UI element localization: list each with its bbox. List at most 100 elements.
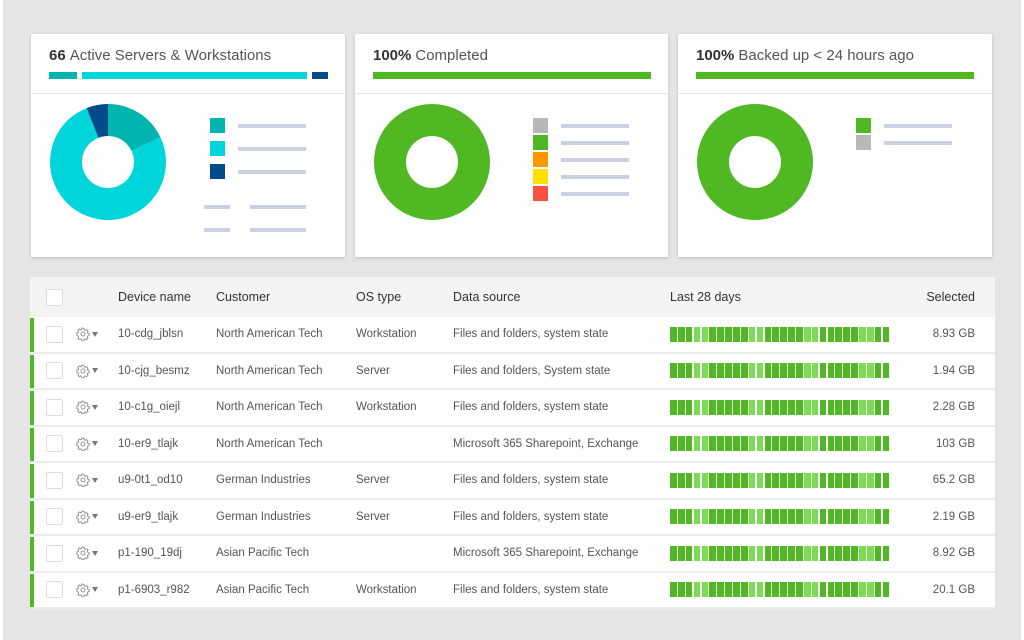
cell-device-name[interactable]: 10-er9_tlajk: [118, 438, 216, 450]
legend-item: [533, 185, 629, 202]
cell-customer: Asian Pacific Tech: [216, 583, 310, 596]
row-checkbox[interactable]: [46, 435, 63, 453]
day-status-partial: [859, 582, 866, 598]
day-status-partial: [701, 509, 709, 525]
day-status-success: [772, 399, 780, 415]
gear-icon[interactable]: [76, 583, 90, 597]
table-row[interactable]: p1-190_19dj Asian Pacific Tech Microsoft…: [30, 536, 995, 573]
row-checkbox[interactable]: [46, 471, 63, 489]
day-status-success: [780, 436, 787, 452]
table-row[interactable]: u9-er9_tlajk German Industries Server Fi…: [30, 500, 995, 536]
chevron-down-icon[interactable]: [92, 550, 98, 556]
day-status-success: [835, 545, 843, 561]
legend-item: [210, 140, 306, 157]
day-status-success: [685, 509, 693, 525]
row-checkbox[interactable]: [46, 508, 63, 526]
row-checkbox[interactable]: [46, 362, 63, 380]
legend-swatch: [210, 118, 225, 133]
cell-device-name[interactable]: u9-0t1_od10: [118, 474, 216, 486]
day-status-success: [796, 509, 803, 525]
day-status-partial: [756, 509, 764, 525]
day-status-success: [677, 582, 685, 598]
legend: [533, 117, 629, 202]
day-status-success: [827, 509, 835, 525]
cell-device-name[interactable]: 10-cdg_jblsn: [118, 328, 216, 340]
cell-device-name[interactable]: p1-6903_r982: [118, 584, 216, 596]
cell-customer: North American Tech: [216, 401, 323, 414]
cell-selected-size: 8.92 GB: [932, 547, 975, 560]
column-header-days[interactable]: Last 28 days: [670, 290, 915, 304]
column-header-source[interactable]: Data source: [453, 290, 670, 304]
day-status-partial: [859, 472, 866, 488]
day-status-partial: [701, 545, 709, 561]
gear-icon[interactable]: [76, 364, 90, 378]
chevron-down-icon[interactable]: [92, 404, 98, 410]
select-all-checkbox[interactable]: [46, 288, 63, 306]
table-row[interactable]: 10-cdg_jblsn North American Tech Worksta…: [30, 317, 995, 354]
day-status-success: [725, 326, 732, 342]
cell-device-name[interactable]: u9-er9_tlajk: [118, 511, 216, 523]
row-checkbox[interactable]: [46, 398, 63, 416]
column-header-os[interactable]: OS type: [356, 290, 453, 304]
day-status-success: [717, 545, 724, 561]
day-status-success: [772, 545, 780, 561]
chevron-down-icon[interactable]: [92, 441, 98, 447]
day-status-partial: [866, 472, 874, 488]
chevron-down-icon[interactable]: [92, 477, 98, 483]
gear-icon[interactable]: [76, 473, 90, 488]
cell-device-name[interactable]: 10-c1g_oiejl: [118, 401, 216, 413]
cell-last-28-days: [670, 399, 915, 415]
cell-device-name[interactable]: p1-190_19dj: [118, 547, 216, 559]
gear-icon[interactable]: [76, 546, 90, 561]
gear-icon[interactable]: [76, 510, 90, 524]
day-status-partial: [811, 509, 819, 525]
day-status-success: [843, 509, 850, 525]
day-status-partial: [811, 545, 819, 561]
row-checkbox[interactable]: [46, 325, 63, 343]
row-actions: [30, 398, 118, 416]
card-count: 100%: [696, 47, 735, 64]
day-status-success: [677, 399, 685, 415]
cell-selected-size: 103 GB: [936, 437, 975, 450]
day-status-success: [733, 436, 740, 452]
chevron-down-icon[interactable]: [92, 514, 98, 520]
legend-swatch: [856, 135, 871, 150]
gear-icon[interactable]: [76, 400, 90, 415]
table-row[interactable]: p1-6903_r982 Asian Pacific Tech Workstat…: [30, 573, 995, 609]
column-header-customer[interactable]: Customer: [216, 290, 356, 304]
chevron-down-icon[interactable]: [92, 368, 98, 374]
day-status-success: [819, 363, 827, 379]
cell-selected-size: 2.28 GB: [932, 401, 975, 414]
day-status-partial: [693, 326, 701, 342]
table-row[interactable]: 10-c1g_oiejl North American Tech Worksta…: [30, 390, 995, 427]
day-status-partial: [866, 509, 874, 525]
day-status-partial: [803, 472, 811, 488]
day-status-strip: [670, 472, 890, 488]
chevron-down-icon[interactable]: [92, 331, 98, 337]
day-status-success: [725, 363, 732, 379]
day-status-partial: [811, 326, 819, 342]
day-status-partial: [748, 363, 756, 379]
row-checkbox[interactable]: [46, 581, 63, 599]
column-header-selected[interactable]: Selected: [915, 290, 975, 304]
table-row[interactable]: u9-0t1_od10 German Industries Server Fil…: [30, 463, 995, 500]
column-header-device[interactable]: Device name: [118, 290, 216, 304]
cell-data-source: Files and folders, system state: [453, 401, 609, 414]
cell-customer: North American Tech: [216, 364, 323, 377]
row-actions: [30, 435, 118, 453]
cell-device-name[interactable]: 10-cjg_besmz: [118, 365, 216, 377]
cell-customer: German Industries: [216, 474, 311, 487]
gear-icon[interactable]: [76, 327, 90, 342]
day-status-partial: [701, 472, 709, 488]
day-status-success: [677, 509, 685, 525]
table-row[interactable]: 10-er9_tlajk North American Tech Microso…: [30, 427, 995, 463]
gear-icon[interactable]: [76, 437, 90, 451]
chevron-down-icon[interactable]: [92, 587, 98, 593]
card-header: 100% Completed: [355, 34, 668, 94]
row-actions: [30, 544, 118, 562]
card-backed-up: 100% Backed up < 24 hours ago: [678, 34, 992, 257]
table-row[interactable]: 10-cjg_besmz North American Tech Server …: [30, 354, 995, 390]
cell-customer: North American Tech: [216, 328, 323, 341]
row-checkbox[interactable]: [46, 544, 63, 562]
day-status-success: [685, 326, 693, 342]
